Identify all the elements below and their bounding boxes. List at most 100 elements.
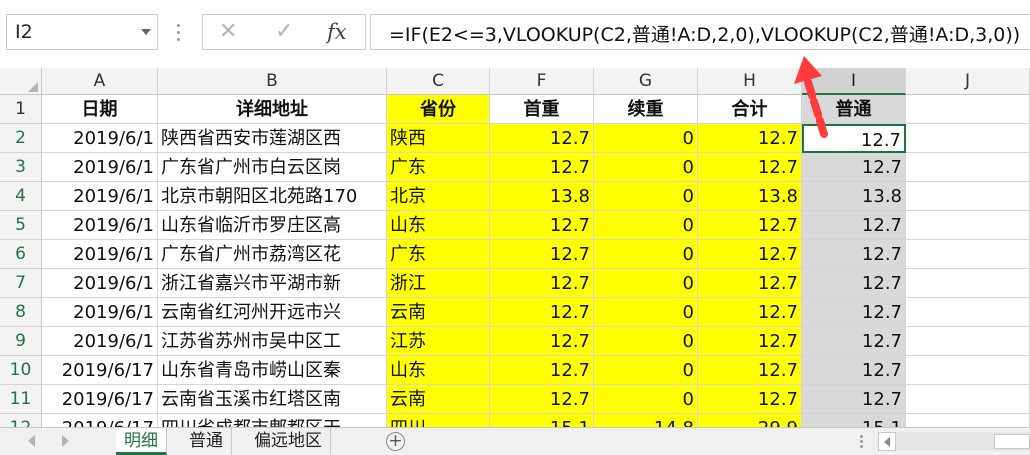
row-header[interactable]: 7 [0,269,42,298]
cell-cont-weight[interactable]: 0 [594,327,698,356]
cell-first-weight[interactable]: 13.8 [490,182,594,211]
row-header[interactable]: 2 [0,124,42,153]
cell-address[interactable]: 云南省红河州开远市兴 [158,298,387,327]
cell-first-weight[interactable]: 12.7 [490,269,594,298]
header-cell-empty[interactable] [906,95,1030,124]
cell-date[interactable]: 2019/6/17 [42,356,158,385]
scroll-tabs-left-icon[interactable] [28,435,35,447]
cell-total[interactable]: 12.7 [698,385,802,414]
cell-cont-weight[interactable]: 0 [594,182,698,211]
cell-cont-weight[interactable]: 0 [594,153,698,182]
cell-normal[interactable]: 12.7 [802,240,906,269]
cell-address[interactable]: 山东省青岛市崂山区秦 [158,356,387,385]
cell-province[interactable]: 云南 [387,298,490,327]
column-header-f[interactable]: F [490,68,594,95]
cell-address[interactable]: 浙江省嘉兴市平湖市新 [158,269,387,298]
header-cell-date[interactable]: 日期 [42,95,158,124]
cell-first-weight[interactable]: 12.7 [490,356,594,385]
column-header-a[interactable]: A [42,68,158,95]
header-cell-cont-weight[interactable]: 续重 [594,95,698,124]
cell-normal[interactable]: 12.7 [802,269,906,298]
cell-total[interactable]: 12.7 [698,211,802,240]
cell-first-weight[interactable]: 12.7 [490,385,594,414]
cell-total[interactable]: 12.7 [698,327,802,356]
row-header[interactable]: 1 [0,95,42,124]
cell-total[interactable]: 12.7 [698,356,802,385]
cell-province[interactable]: 山东 [387,356,490,385]
header-cell-total[interactable]: 合计 [698,95,802,124]
name-box[interactable]: I2 [6,14,158,50]
cell-province[interactable]: 广东 [387,240,490,269]
cell-total[interactable]: 13.8 [698,182,802,211]
sheet-tab-detail[interactable]: 明细 [116,428,167,455]
scroll-tabs-right-icon[interactable] [62,435,69,447]
cell-first-weight[interactable]: 12.7 [490,240,594,269]
insert-function-icon[interactable]: fx [327,20,347,44]
close-icon[interactable]: ✕ [219,19,237,44]
cell-province[interactable]: 北京 [387,182,490,211]
horizontal-scrollbar-thumb[interactable] [994,434,1030,449]
cell-first-weight[interactable]: 12.7 [490,124,594,153]
cell-address[interactable]: 云南省玉溪市红塔区南 [158,385,387,414]
cell-normal[interactable]: 12.7 [802,211,906,240]
cell-normal[interactable]: 12.7 [802,356,906,385]
cell-normal[interactable]: 12.7 [802,153,906,182]
cell-total[interactable]: 12.7 [698,124,802,153]
cell-total[interactable]: 12.7 [698,298,802,327]
cell-cont-weight[interactable]: 0 [594,385,698,414]
row-header[interactable]: 6 [0,240,42,269]
check-icon[interactable]: ✓ [275,19,293,44]
cell-empty[interactable] [906,269,1030,298]
cell-cont-weight[interactable]: 0 [594,298,698,327]
cell-empty[interactable] [906,298,1030,327]
cell-province[interactable]: 云南 [387,385,490,414]
cell-date[interactable]: 2019/6/1 [42,124,158,153]
cell-address[interactable]: 陕西省西安市莲湖区西 [158,124,387,153]
row-header[interactable]: 3 [0,153,42,182]
cell-first-weight[interactable]: 12.7 [490,298,594,327]
row-header[interactable]: 4 [0,182,42,211]
cell-empty[interactable] [906,385,1030,414]
cell-first-weight[interactable]: 12.7 [490,153,594,182]
row-header[interactable]: 9 [0,327,42,356]
cell-province[interactable]: 浙江 [387,269,490,298]
cell-empty[interactable] [906,182,1030,211]
sheet-tab-remote[interactable]: 偏远地区 [246,428,331,455]
add-sheet-button[interactable]: + [386,432,405,451]
column-header-g[interactable]: G [594,68,698,95]
cell-address[interactable]: 广东省广州市白云区岗 [158,153,387,182]
column-header-b[interactable]: B [158,68,387,95]
cell-address[interactable]: 北京市朝阳区北苑路170 [158,182,387,211]
cell-province[interactable]: 陕西 [387,124,490,153]
column-header-h[interactable]: H [698,68,802,95]
cell-empty[interactable] [906,124,1030,153]
column-header-c[interactable]: C [387,68,490,95]
cell-cont-weight[interactable]: 0 [594,211,698,240]
cell-cont-weight[interactable]: 0 [594,124,698,153]
cell-empty[interactable] [906,153,1030,182]
sheet-tab-normal[interactable]: 普通 [181,428,232,455]
drag-handle-icon[interactable] [176,24,182,42]
cell-address[interactable]: 广东省广州市荔湾区花 [158,240,387,269]
row-header[interactable]: 8 [0,298,42,327]
cell-date[interactable]: 2019/6/17 [42,385,158,414]
cell-normal[interactable]: 12.7 [802,327,906,356]
cell-total[interactable]: 12.7 [698,153,802,182]
cell-address[interactable]: 江苏省苏州市吴中区工 [158,327,387,356]
cell-cont-weight[interactable]: 0 [594,240,698,269]
cell-date[interactable]: 2019/6/1 [42,269,158,298]
cell-date[interactable]: 2019/6/1 [42,240,158,269]
select-all-button[interactable] [0,68,42,95]
cell-empty[interactable] [906,356,1030,385]
row-header[interactable]: 11 [0,385,42,414]
cell-normal[interactable]: 12.7 [802,298,906,327]
chevron-down-icon[interactable] [141,29,151,35]
cell-empty[interactable] [906,240,1030,269]
drag-handle-icon[interactable] [860,435,864,449]
cell-cont-weight[interactable]: 0 [594,269,698,298]
row-header[interactable]: 10 [0,356,42,385]
cell-normal[interactable]: 13.8 [802,182,906,211]
cell-date[interactable]: 2019/6/1 [42,211,158,240]
cell-first-weight[interactable]: 12.7 [490,327,594,356]
cell-first-weight[interactable]: 12.7 [490,211,594,240]
